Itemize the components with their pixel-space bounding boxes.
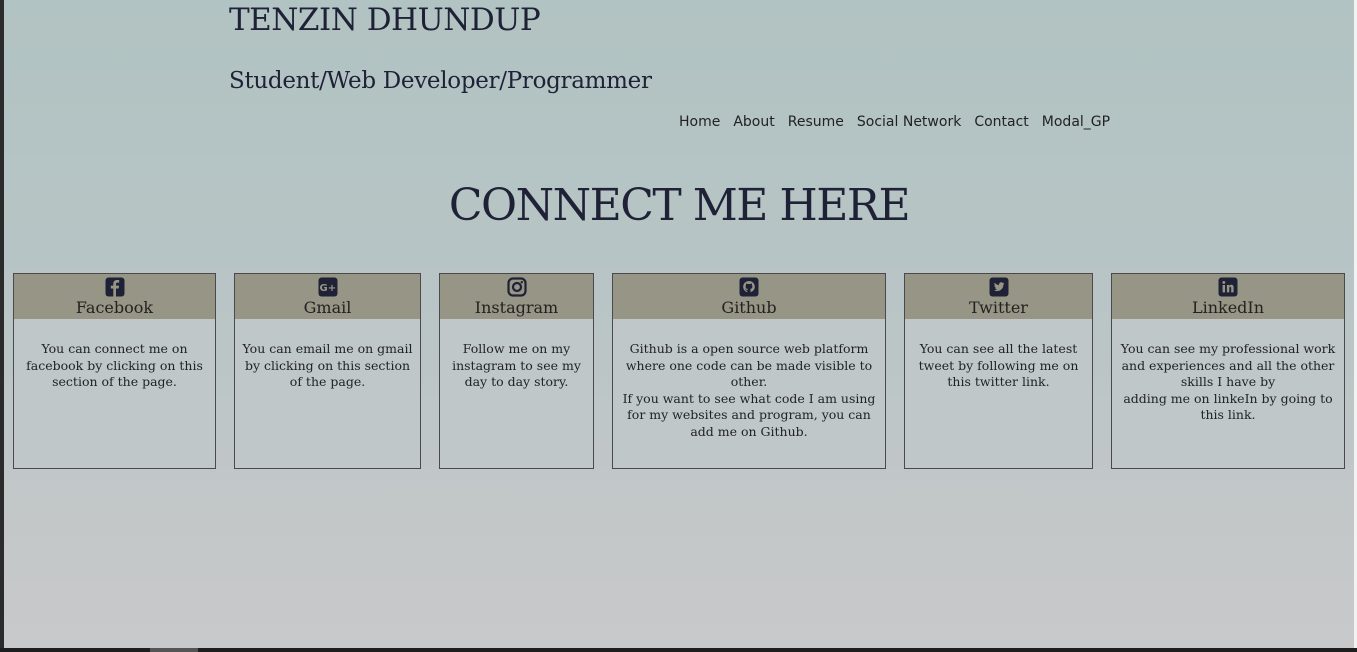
instagram-card[interactable]: Instagram Follow me on my instagram to s… — [439, 273, 594, 469]
card-description: Github is a open source web platform whe… — [622, 341, 876, 439]
nav-contact[interactable]: Contact — [974, 114, 1028, 130]
github-icon — [739, 277, 759, 297]
gmail-card[interactable]: G+ Gmail You can email me on gmail by cl… — [234, 273, 421, 469]
card-header: Twitter — [905, 274, 1092, 319]
card-description: You can email me on gmail by clicking on… — [242, 341, 413, 389]
linkedin-icon — [1218, 277, 1238, 297]
facebook-card[interactable]: Facebook You can connect me on facebook … — [13, 273, 216, 469]
card-header: Github — [613, 274, 885, 319]
card-title: LinkedIn — [1191, 298, 1265, 317]
nav-social-network[interactable]: Social Network — [857, 114, 961, 130]
nav-about[interactable]: About — [733, 114, 774, 130]
facebook-icon — [105, 277, 124, 297]
site-subtitle: Student/Web Developer/Programmer — [229, 68, 652, 94]
card-header: G+ Gmail — [235, 274, 420, 319]
card-header: LinkedIn — [1112, 274, 1344, 319]
card-description: You can connect me on facebook by clicki… — [26, 341, 203, 389]
google-plus-icon: G+ — [318, 277, 337, 297]
scrollbar-thumb[interactable] — [150, 648, 198, 652]
card-description: You can see my professional work and exp… — [1120, 341, 1336, 422]
card-title: Gmail — [303, 298, 352, 317]
twitter-icon — [989, 277, 1008, 297]
card-title: Instagram — [474, 298, 559, 317]
card-header: Instagram — [440, 274, 593, 319]
card-title: Twitter — [969, 298, 1028, 317]
linkedin-card[interactable]: LinkedIn You can see my professional wor… — [1111, 273, 1345, 469]
card-description: Follow me on my instagram to see my day … — [452, 341, 581, 389]
main-nav: Home About Resume Social Network Contact… — [679, 114, 1110, 130]
horizontal-scrollbar[interactable] — [0, 648, 1357, 652]
nav-modal-gp[interactable]: Modal_GP — [1042, 114, 1110, 130]
instagram-icon — [506, 277, 527, 297]
page-viewport: TENZIN DHUNDUP Student/Web Developer/Pro… — [4, 0, 1354, 648]
site-title: TENZIN DHUNDUP — [229, 2, 541, 38]
card-description: You can see all the latest tweet by foll… — [918, 341, 1079, 389]
nav-home[interactable]: Home — [679, 114, 720, 130]
section-heading: CONNECT ME HERE — [448, 180, 911, 231]
card-header: Facebook — [14, 274, 215, 319]
card-title: Github — [721, 298, 777, 317]
twitter-card[interactable]: Twitter You can see all the latest tweet… — [904, 273, 1093, 469]
card-title: Facebook — [75, 298, 154, 317]
svg-text:G+: G+ — [319, 283, 336, 294]
nav-resume[interactable]: Resume — [788, 114, 844, 130]
github-card[interactable]: Github Github is a open source web platf… — [612, 273, 886, 469]
